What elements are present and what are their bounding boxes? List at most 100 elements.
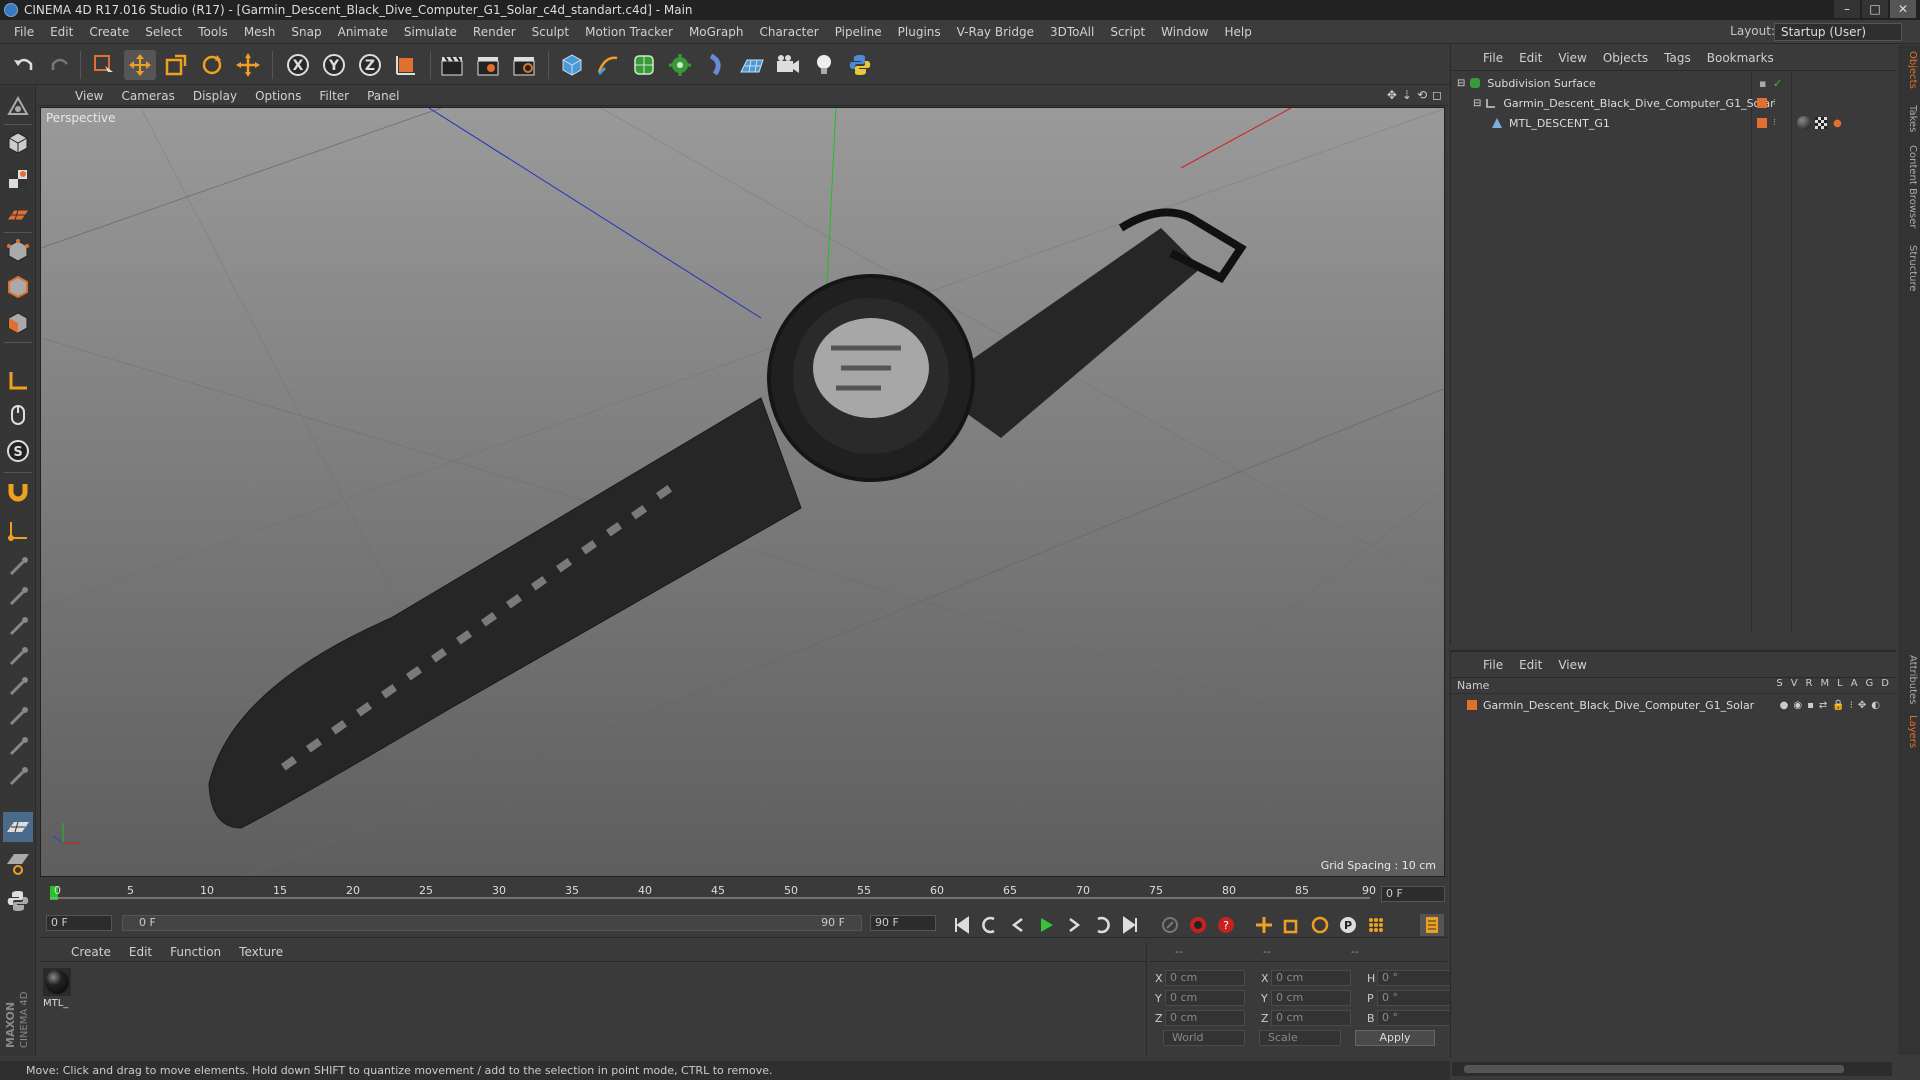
rotation-b-field[interactable]: 0 ° [1377,1010,1457,1026]
key-rotation-button[interactable] [1308,914,1332,936]
tab-takes[interactable]: Takes [1900,105,1918,132]
cube-object-button[interactable] [556,50,588,80]
object-menu-tags[interactable]: Tags [1656,51,1699,65]
timeline-window-button[interactable] [1420,914,1444,936]
viewport-menu-cameras[interactable]: Cameras [112,89,183,103]
scale-tool-button[interactable] [160,50,192,80]
material-menu-texture[interactable]: Texture [230,945,292,959]
layer-menu-file[interactable]: File [1475,658,1511,672]
previous-key-button[interactable] [978,914,1002,936]
previous-frame-button[interactable] [1006,914,1030,936]
menu-window[interactable]: Window [1153,25,1216,39]
object-menu-bookmarks[interactable]: Bookmarks [1699,51,1782,65]
workplane-grid-button[interactable] [3,848,33,878]
apply-button[interactable]: Apply [1355,1030,1435,1046]
tab-structure[interactable]: Structure [1900,245,1918,292]
current-frame-field[interactable]: 0 F [1381,886,1445,902]
layout-select[interactable]: Startup (User) [1774,23,1902,41]
visibility-dots-icon[interactable]: ⁝ [1773,118,1776,128]
tab-objects[interactable]: Objects [1900,51,1918,89]
camera-button[interactable] [772,50,804,80]
sculpt-amplify-button[interactable] [3,762,33,792]
phong-tag-icon[interactable]: ● [1833,118,1842,129]
layer-col-deformers[interactable]: D [1881,678,1889,689]
sculpt-wax-button[interactable] [3,732,33,762]
menu-edit[interactable]: Edit [42,25,81,39]
menu-plugins[interactable]: Plugins [890,25,949,39]
object-menu-edit[interactable]: Edit [1511,51,1550,65]
grid-snap-button[interactable] [3,812,33,842]
render-settings-button[interactable] [508,50,540,80]
subdivision-surface-button[interactable] [628,50,660,80]
position-y-field[interactable]: 0 cm [1165,990,1245,1006]
layer-toggle-icons[interactable]: ●◉▪⇄🔒⁝✥◐ [1780,700,1885,711]
layer-menu-view[interactable]: View [1550,658,1594,672]
viewport-menu-view[interactable]: View [66,89,112,103]
y-axis-lock-button[interactable]: Y [318,50,350,80]
enabled-check-icon[interactable]: ✓ [1773,77,1782,90]
menu-pipeline[interactable]: Pipeline [827,25,890,39]
timeline-ruler[interactable]: 0 5 10 15 20 25 30 35 40 45 50 55 60 65 … [40,880,1447,906]
material-menu-edit[interactable]: Edit [120,945,161,959]
material-tag-icon[interactable] [1797,116,1811,130]
render-picture-viewer-button[interactable] [472,50,504,80]
menu-tools[interactable]: Tools [190,25,236,39]
key-pla-button[interactable] [1364,914,1388,936]
layer-col-view[interactable]: V [1791,678,1798,689]
start-frame-field[interactable]: 0 F [46,915,112,931]
menu-render[interactable]: Render [465,25,524,39]
menu-mograph[interactable]: MoGraph [681,25,752,39]
snap-button[interactable]: S [3,436,33,466]
object-menu-file[interactable]: File [1475,51,1511,65]
menu-create[interactable]: Create [81,25,137,39]
points-mode-button[interactable] [3,236,33,266]
sculpt-flatten-button[interactable] [3,612,33,642]
key-parameter-button[interactable]: P [1336,914,1360,936]
sculpt-grab-button[interactable] [3,702,33,732]
workplane-mode-button[interactable] [3,200,33,230]
polygons-mode-button[interactable] [3,308,33,338]
layer-col-solo[interactable]: S [1776,678,1782,689]
go-to-start-button[interactable] [950,914,974,936]
next-key-button[interactable] [1090,914,1114,936]
tab-layers[interactable]: Layers [1900,715,1918,748]
cloner-button[interactable] [664,50,696,80]
viewport-menu-display[interactable]: Display [184,89,246,103]
play-button[interactable] [1034,914,1058,936]
deformer-button[interactable] [700,50,732,80]
floor-button[interactable] [736,50,768,80]
viewport-menu-filter[interactable]: Filter [310,89,358,103]
layer-row[interactable]: Garmin_Descent_Black_Dive_Computer_G1_So… [1451,696,1897,714]
magnet-tool-button[interactable] [3,476,33,506]
keyframe-selection-button[interactable]: ? [1214,914,1238,936]
tab-attributes[interactable]: Attributes [1900,655,1918,704]
material-menu-function[interactable]: Function [161,945,230,959]
locked-workplane-button[interactable] [3,516,33,546]
object-row[interactable]: ⊟ Garmin_Descent_Black_Dive_Computer_G1_… [1451,93,1897,113]
object-row[interactable]: MTL_DESCENT_G1 ⁝ ● [1451,113,1897,133]
viewport-menu-panel[interactable]: Panel [358,89,408,103]
layer-color-icon[interactable] [1757,98,1767,108]
menu-file[interactable]: File [6,25,42,39]
frame-range-slider[interactable]: 0 F 90 F [122,915,862,931]
layer-col-generators[interactable]: G [1866,678,1874,689]
layer-col-animation[interactable]: A [1851,678,1858,689]
coordinate-mode-dropdown[interactable]: World [1163,1030,1245,1046]
layer-col-manager[interactable]: M [1820,678,1829,689]
python-button[interactable] [844,50,876,80]
pan-view-icon[interactable]: ✥ [1387,88,1397,102]
close-button[interactable]: ✕ [1890,0,1916,18]
edges-mode-button[interactable] [3,272,33,302]
material-menu-create[interactable]: Create [62,945,120,959]
render-view-button[interactable] [436,50,468,80]
menu-simulate[interactable]: Simulate [396,25,465,39]
menu-snap[interactable]: Snap [283,25,329,39]
menu-mesh[interactable]: Mesh [236,25,284,39]
menu-3dtoall[interactable]: 3DToAll [1042,25,1102,39]
model-mode-button[interactable] [3,128,33,158]
horizontal-scrollbar[interactable] [1452,1062,1892,1076]
transform-mode-dropdown[interactable]: Scale [1259,1030,1341,1046]
sculpt-pinch-button[interactable] [3,672,33,702]
scrollbar-thumb[interactable] [1464,1065,1844,1073]
make-editable-button[interactable] [3,92,33,122]
